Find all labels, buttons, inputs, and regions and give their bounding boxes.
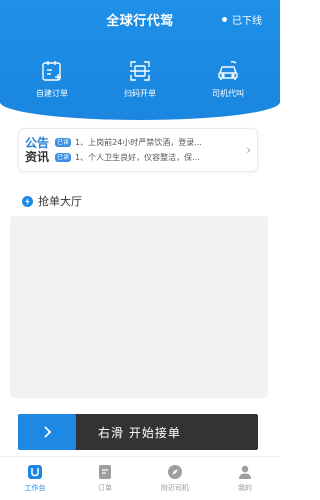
read-badge: 已读 [55,138,72,147]
announcement-heading: 公告 资讯 [25,136,49,164]
order-icon [99,465,111,479]
order-hall-panel [10,216,268,398]
announcement-heading-line2: 资讯 [25,150,50,164]
calendar-add-icon [42,61,61,81]
order-hall-title: 抢单大厅 [38,195,82,208]
slider-label: 右滑 开始接单 [98,425,181,440]
announcement-item[interactable]: 已读 1、上岗前24小时严禁饮酒，登录... [55,135,243,150]
status-label: 已下线 [232,16,262,27]
bottom-nav: 工作台 订单 附近司机 我的 [0,456,280,500]
order-hall-header: 抢单大厅 [22,193,82,209]
announcement-text: 1、个人卫生良好，仪容整洁，保... [75,153,200,162]
tab-nearby-drivers[interactable]: 附近司机 [145,464,205,493]
announcement-item[interactable]: 已读 1、个人卫生良好，仪容整洁，保... [55,150,243,165]
scan-icon [130,61,150,81]
create-order-label: 自建订单 [36,89,68,98]
workbench-icon [28,465,42,479]
header: 全球行代驾 已下线 自建订单 扫码开单 司机代叫 [0,0,280,120]
tab-mine-label: 我的 [238,484,252,492]
read-badge: 已读 [55,153,72,162]
start-accepting-slider[interactable]: 右滑 开始接单 [18,414,258,450]
announcement-text: 1、上岗前24小时严禁饮酒，登录... [75,138,202,147]
tab-workbench[interactable]: 工作台 [5,464,65,493]
tab-orders-label: 订单 [98,484,112,492]
call-driver-button[interactable]: 司机代叫 [193,58,263,99]
chevron-right-icon [44,426,52,438]
compass-icon [168,465,182,479]
online-status-toggle[interactable]: 已下线 [222,12,262,27]
announcement-heading-line1: 公告 [25,136,50,150]
car-icon [218,60,238,80]
user-icon [239,465,251,479]
scan-order-button[interactable]: 扫码开单 [105,58,175,99]
tab-workbench-label: 工作台 [24,484,46,492]
lightning-icon [22,195,33,207]
tab-nearby-drivers-label: 附近司机 [161,484,189,492]
slider-handle[interactable] [18,414,76,450]
status-dot-icon [222,17,227,22]
quick-actions: 自建订单 扫码开单 司机代叫 [0,58,280,99]
tab-mine[interactable]: 我的 [215,464,275,493]
scan-order-label: 扫码开单 [124,89,156,98]
announcement-list: 已读 1、上岗前24小时严禁饮酒，登录... 已读 1、个人卫生良好，仪容整洁，… [55,135,243,165]
call-driver-label: 司机代叫 [212,89,244,98]
chevron-right-icon[interactable]: › [246,143,251,157]
create-order-button[interactable]: 自建订单 [17,58,87,99]
tab-orders[interactable]: 订单 [75,464,135,493]
announcement-card[interactable]: 公告 资讯 已读 1、上岗前24小时严禁饮酒，登录... 已读 1、个人卫生良好… [18,128,258,172]
